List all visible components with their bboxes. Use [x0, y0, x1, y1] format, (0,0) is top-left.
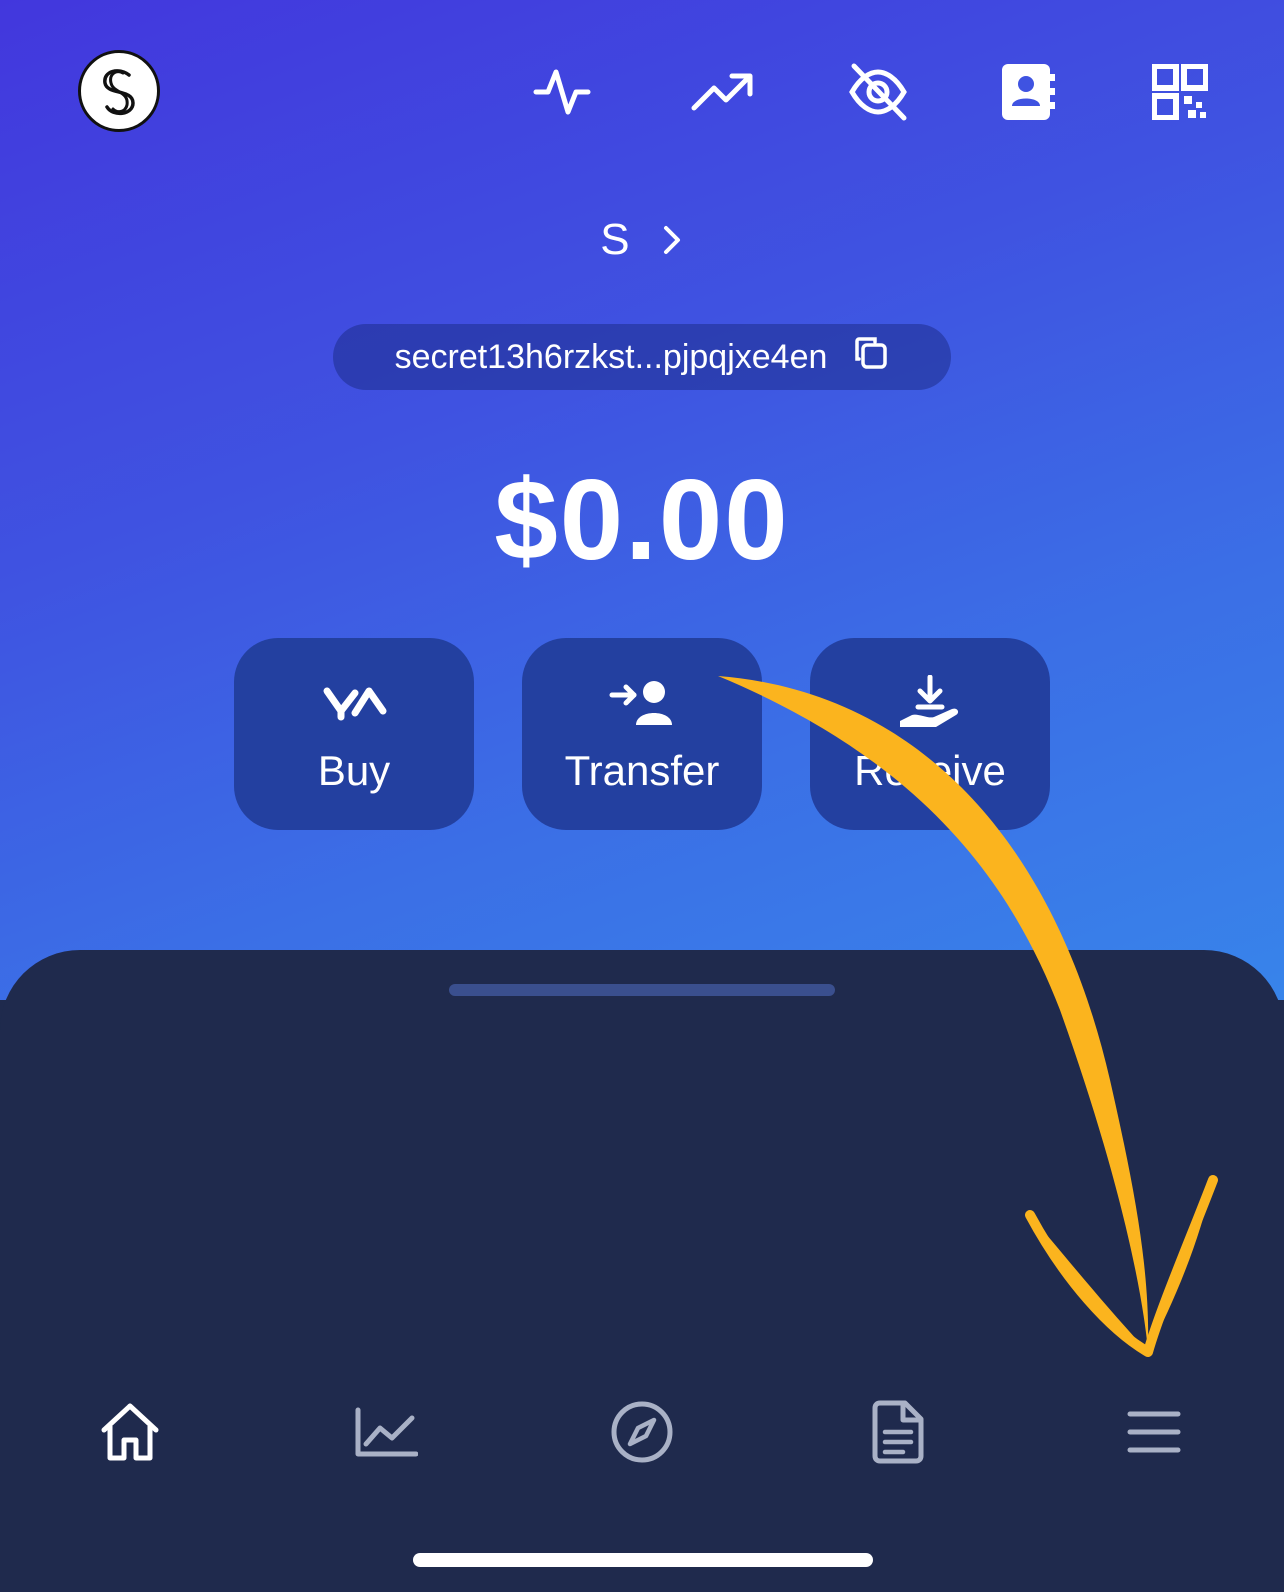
account-selector[interactable]: S	[0, 215, 1284, 267]
buy-button[interactable]: Buy	[234, 638, 474, 830]
top-bar	[0, 0, 1284, 190]
transfer-label: Transfer	[564, 747, 720, 794]
wallet-address: secret13h6rzkst...pjpqjxe4en	[394, 337, 828, 376]
chart-icon[interactable]	[346, 1392, 426, 1472]
buy-label: Buy	[317, 747, 391, 794]
secret-logo[interactable]	[78, 50, 160, 132]
qr-code-icon[interactable]	[1148, 60, 1212, 124]
balance-amount: $0.00	[494, 457, 790, 584]
bottom-sheet	[0, 950, 1284, 1592]
home-indicator	[413, 1553, 873, 1567]
eye-off-icon[interactable]	[846, 60, 910, 124]
activity-icon[interactable]	[530, 60, 594, 124]
transfer-button[interactable]: Transfer	[522, 638, 762, 830]
receive-label: Receive	[854, 747, 1006, 794]
document-icon[interactable]	[858, 1392, 938, 1472]
trending-up-icon[interactable]	[690, 60, 754, 124]
secret-logo-icon	[103, 69, 135, 116]
receive-button[interactable]: Receive	[810, 638, 1050, 830]
menu-icon[interactable]	[1114, 1392, 1194, 1472]
buy-arrows-icon	[321, 673, 387, 733]
compass-icon[interactable]	[602, 1392, 682, 1472]
wallet-address-pill[interactable]: secret13h6rzkst...pjpqjxe4en	[333, 324, 951, 390]
account-name: S	[600, 215, 630, 264]
home-icon[interactable]	[90, 1392, 170, 1472]
transfer-user-icon	[608, 673, 676, 733]
receive-hand-icon	[898, 673, 962, 733]
sheet-drag-handle[interactable]	[449, 984, 835, 996]
chevron-right-icon	[662, 217, 684, 267]
contacts-icon[interactable]	[996, 60, 1060, 124]
copy-icon[interactable]	[853, 335, 889, 380]
